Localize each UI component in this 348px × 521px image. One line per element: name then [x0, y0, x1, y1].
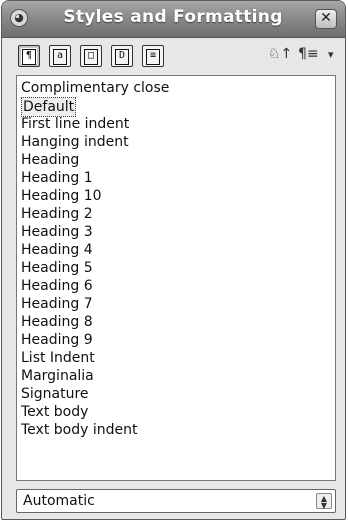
style-list-item[interactable]: Heading 3: [21, 223, 93, 241]
style-list-item[interactable]: List Indent: [21, 349, 95, 367]
style-list-item[interactable]: Default: [21, 97, 77, 117]
style-list-item[interactable]: Signature: [21, 385, 89, 403]
style-list[interactable]: Complimentary close Default First line ind…: [16, 75, 336, 481]
character-styles-button[interactable]: a: [49, 45, 71, 67]
style-list-item[interactable]: First line indent: [21, 115, 129, 133]
paragraph-styles-icon: ¶: [22, 49, 36, 65]
list-styles-button[interactable]: ≡: [142, 45, 164, 67]
title-bar[interactable]: ◕ Styles and Formatting ✕: [2, 1, 345, 38]
style-list-item[interactable]: Heading 5: [21, 259, 93, 277]
style-list-item[interactable]: Heading 10: [21, 187, 102, 205]
style-list-item[interactable]: Heading 6: [21, 277, 93, 295]
list-styles-icon: ≡: [146, 49, 160, 65]
close-button[interactable]: ✕: [315, 9, 337, 29]
style-list-item[interactable]: Heading 8: [21, 313, 93, 331]
style-list-item[interactable]: Text body indent: [21, 421, 137, 439]
style-list-item[interactable]: Marginalia: [21, 367, 94, 385]
window-menu-icon[interactable]: ◕: [10, 9, 28, 27]
style-list-item[interactable]: Heading 7: [21, 295, 93, 313]
new-style-from-selection-icon[interactable]: ¶≡: [298, 46, 319, 62]
style-list-item[interactable]: Heading: [21, 151, 79, 169]
frame-styles-icon: □: [84, 49, 98, 65]
style-filter-value: Automatic: [23, 493, 95, 509]
style-list-item[interactable]: Heading 2: [21, 205, 93, 223]
dropdown-arrows-icon[interactable]: ▲ ▼: [316, 493, 332, 510]
toolbar-menu-arrow-icon[interactable]: ▾: [328, 48, 334, 61]
style-list-item[interactable]: Heading 4: [21, 241, 93, 259]
page-styles-button[interactable]: D: [111, 45, 133, 67]
style-list-item[interactable]: Heading 9: [21, 331, 93, 349]
style-list-item[interactable]: Text body: [21, 403, 88, 421]
style-list-item[interactable]: Complimentary close: [21, 79, 169, 97]
frame-styles-button[interactable]: □: [80, 45, 102, 67]
close-icon: ✕: [320, 10, 332, 26]
style-filter-dropdown[interactable]: Automatic ▲ ▼: [16, 489, 336, 513]
style-list-item[interactable]: Hanging indent: [21, 133, 129, 151]
paragraph-styles-button[interactable]: ¶: [18, 45, 40, 67]
style-toolbar: ¶ a □ D ≡ ♘↑ ¶≡ ▾: [2, 37, 345, 75]
character-styles-icon: a: [53, 49, 67, 65]
page-styles-icon: D: [115, 49, 129, 65]
fill-format-mode-icon[interactable]: ♘↑: [268, 46, 292, 62]
styles-and-formatting-window: ◕ Styles and Formatting ✕ ¶ a □ D ≡ ♘↑ ¶…: [1, 0, 346, 520]
window-title: Styles and Formatting: [63, 7, 283, 27]
style-list-item[interactable]: Heading 1: [21, 169, 93, 187]
